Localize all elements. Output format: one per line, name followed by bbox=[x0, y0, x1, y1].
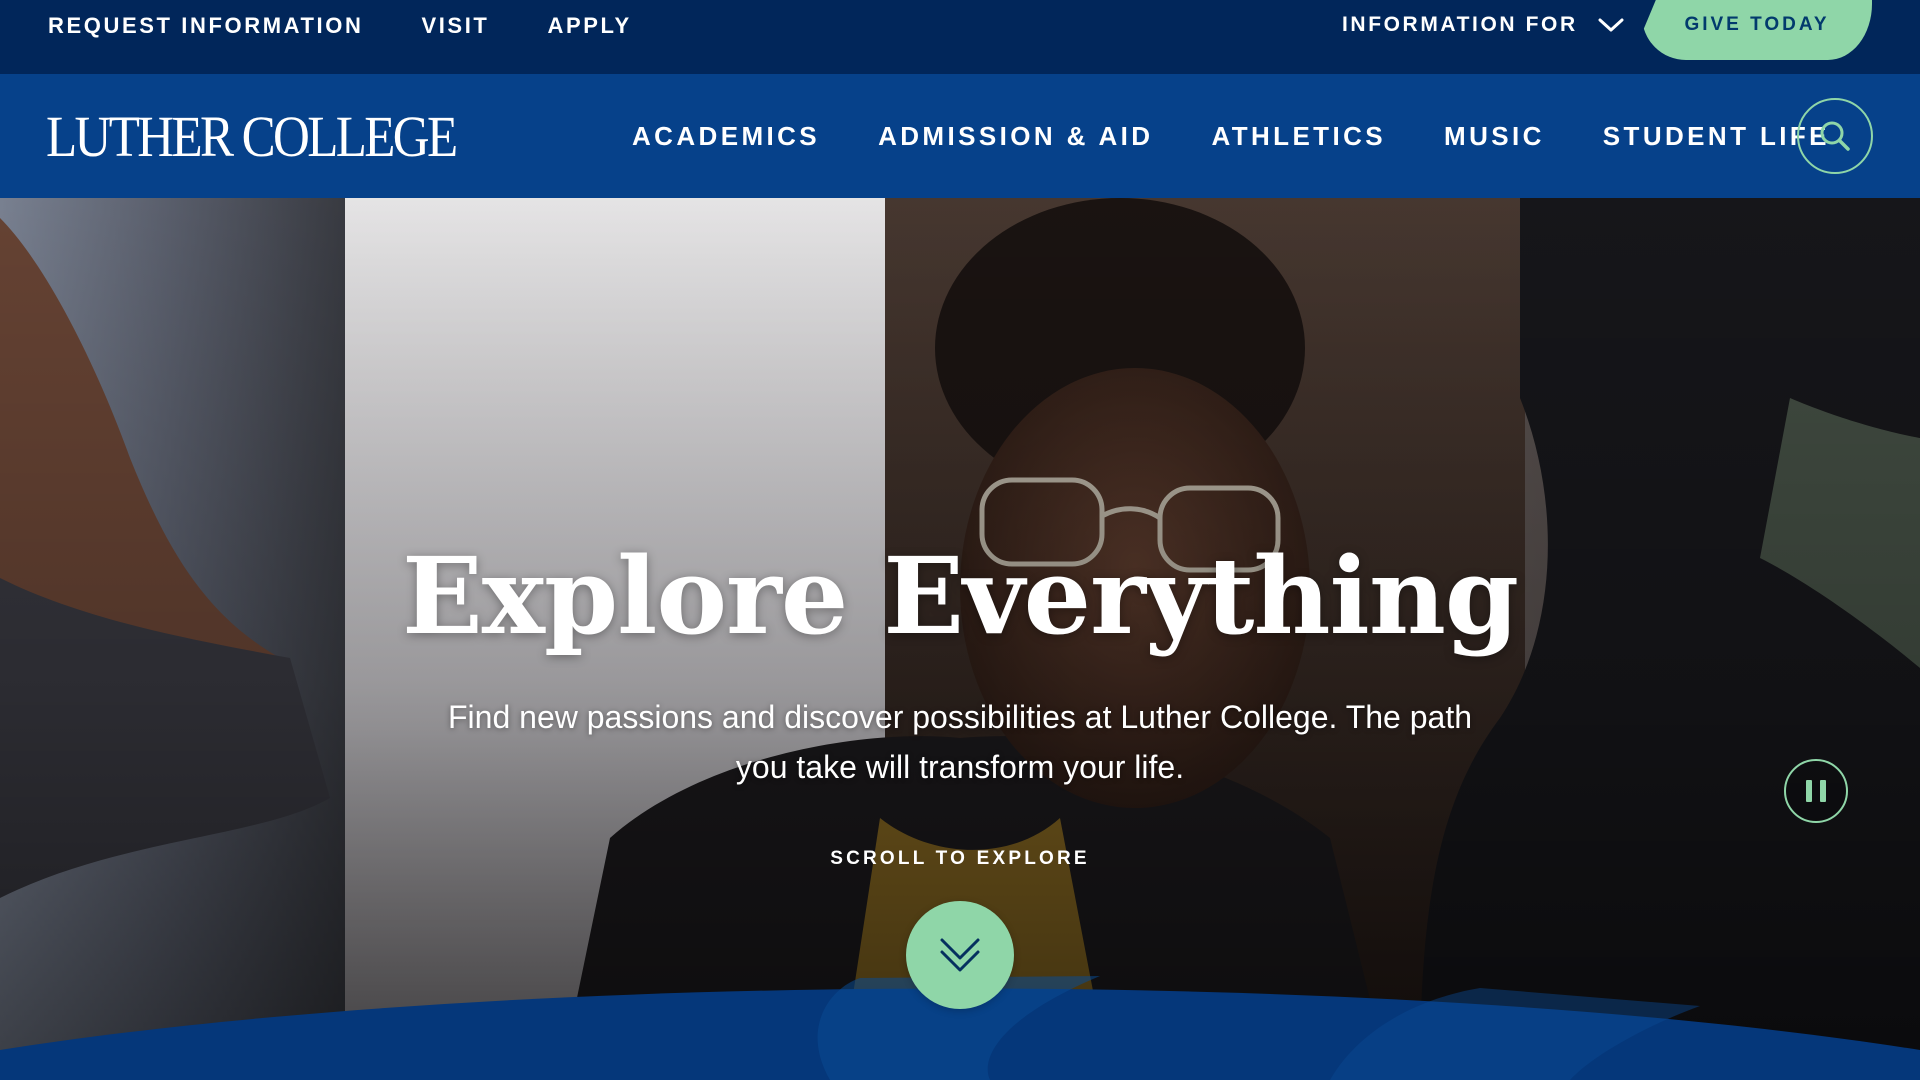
luther-college-logo[interactable]: LUTHER COLLEGE bbox=[46, 102, 458, 172]
give-today-button[interactable]: GIVE TODAY bbox=[1642, 0, 1872, 60]
utility-bar: REQUEST INFORMATION VISIT APPLY INFORMAT… bbox=[0, 0, 1920, 74]
information-for-label: INFORMATION FOR bbox=[1342, 13, 1578, 36]
hero-title: Explore Everything bbox=[401, 533, 1519, 658]
search-button[interactable] bbox=[1797, 98, 1873, 174]
request-information-link[interactable]: REQUEST INFORMATION bbox=[48, 13, 363, 39]
search-icon bbox=[1820, 121, 1850, 151]
pause-video-button[interactable] bbox=[1784, 759, 1848, 823]
hero-subtitle: Find new passions and discover possibili… bbox=[448, 699, 1472, 785]
information-for-dropdown[interactable]: INFORMATION FOR bbox=[1342, 0, 1624, 50]
pause-icon-bar bbox=[1820, 780, 1826, 802]
scroll-down-button[interactable] bbox=[906, 901, 1014, 1009]
chevron-down-icon bbox=[1598, 18, 1624, 32]
double-chevron-down-icon bbox=[940, 938, 980, 972]
pause-icon bbox=[1806, 780, 1812, 802]
scroll-to-explore-label: SCROLL TO EXPLORE bbox=[830, 848, 1090, 869]
nav-item-academics[interactable]: ACADEMICS bbox=[632, 121, 820, 152]
nav-item-athletics[interactable]: ATHLETICS bbox=[1211, 121, 1386, 152]
utility-links: REQUEST INFORMATION VISIT APPLY bbox=[48, 0, 632, 52]
nav-item-music[interactable]: MUSIC bbox=[1444, 121, 1545, 152]
nav-item-student-life[interactable]: STUDENT LIFE bbox=[1603, 121, 1830, 152]
primary-nav-links: ACADEMICS ADMISSION & AID ATHLETICS MUSI… bbox=[632, 74, 1830, 198]
hero-section: Explore Everything Find new passions and… bbox=[0, 198, 1920, 1080]
main-nav: LUTHER COLLEGE ACADEMICS ADMISSION & AID… bbox=[0, 74, 1920, 198]
apply-link[interactable]: APPLY bbox=[547, 13, 631, 39]
nav-item-admission-aid[interactable]: ADMISSION & AID bbox=[878, 121, 1153, 152]
visit-link[interactable]: VISIT bbox=[421, 13, 489, 39]
